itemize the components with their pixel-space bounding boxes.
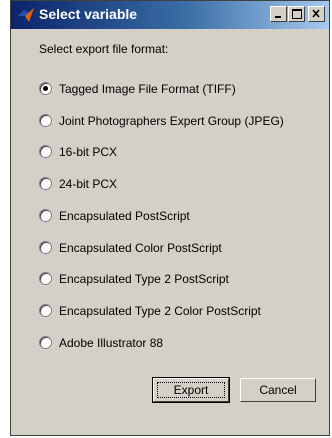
prompt-label: Select export file format:: [39, 42, 169, 56]
cancel-button[interactable]: Cancel: [240, 378, 316, 402]
radio-button[interactable]: [39, 272, 52, 285]
maximize-icon: [292, 9, 302, 19]
minimize-icon: [275, 16, 281, 18]
radio-button[interactable]: [39, 209, 52, 222]
option-label: 16-bit PCX: [59, 145, 118, 159]
radio-button[interactable]: [39, 114, 52, 127]
window-title: Select variable: [39, 6, 138, 22]
option-label: Encapsulated Color PostScript: [59, 241, 222, 255]
option-label: Tagged Image File Format (TIFF): [59, 82, 236, 96]
radio-button[interactable]: [39, 145, 52, 158]
title-bar[interactable]: Select variable: [11, 1, 329, 29]
close-button[interactable]: [308, 6, 325, 22]
radio-button[interactable]: [39, 241, 52, 254]
cancel-button-label: Cancel: [259, 383, 297, 397]
option-label: Adobe Illustrator 88: [59, 336, 164, 350]
select-variable-dialog: Select variable Select export file forma…: [10, 0, 330, 436]
radio-button[interactable]: [39, 304, 52, 317]
radio-button[interactable]: [39, 82, 52, 95]
radio-button[interactable]: [39, 177, 52, 190]
option-label: Joint Photographers Expert Group (JPEG): [59, 114, 284, 128]
option-label: Encapsulated PostScript: [59, 209, 190, 223]
focus-indicator: [157, 382, 225, 398]
option-label: Encapsulated Type 2 PostScript: [59, 272, 229, 286]
option-label: Encapsulated Type 2 Color PostScript: [59, 304, 261, 318]
minimize-button[interactable]: [270, 6, 287, 22]
matlab-logo-icon: [18, 8, 34, 22]
radio-button[interactable]: [39, 336, 52, 349]
export-button[interactable]: Export: [152, 377, 230, 403]
close-icon: [312, 9, 320, 18]
maximize-button[interactable]: [288, 6, 305, 22]
option-label: 24-bit PCX: [59, 177, 118, 191]
